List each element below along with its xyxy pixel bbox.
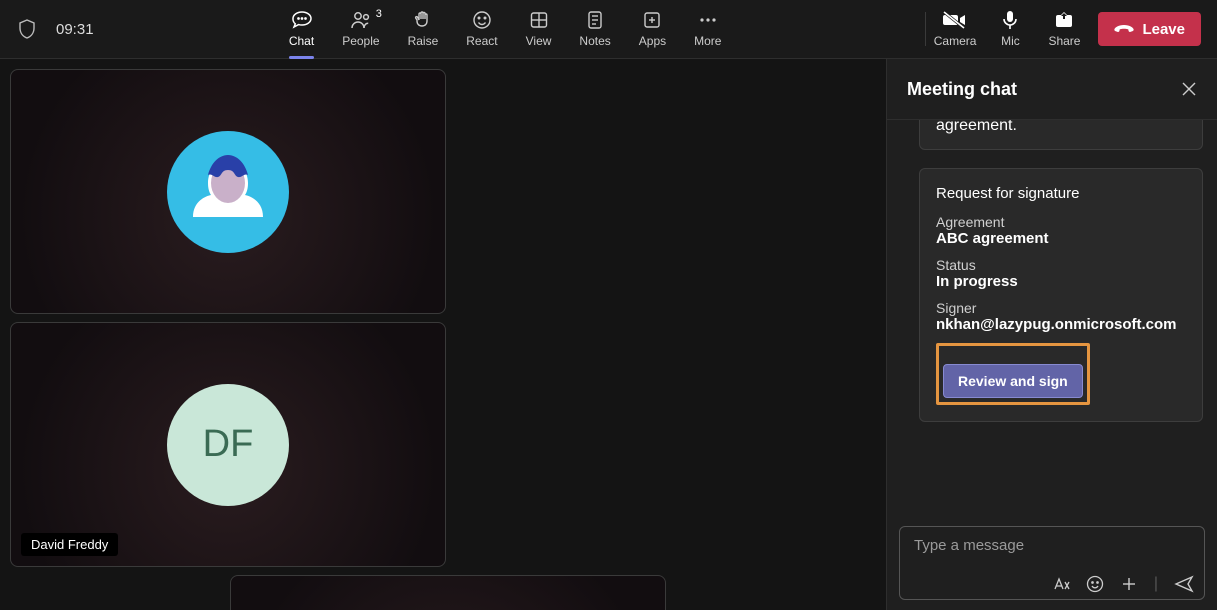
tab-notes[interactable]: Notes <box>579 6 610 52</box>
chat-messages[interactable]: agreement. Request for signature Agreeme… <box>887 120 1217 518</box>
close-chat-button[interactable] <box>1181 81 1197 97</box>
meeting-content: DF David Freddy SK Suzzane Khan Meeting … <box>0 59 1217 610</box>
tab-react-label: React <box>466 34 497 48</box>
leave-label: Leave <box>1142 21 1185 38</box>
attach-icon[interactable] <box>1120 575 1138 593</box>
raise-hand-icon <box>413 10 433 30</box>
camera-off-icon <box>943 10 967 30</box>
tab-view[interactable]: View <box>526 6 552 52</box>
leave-button[interactable]: Leave <box>1098 12 1201 46</box>
tab-react[interactable]: React <box>466 6 497 52</box>
mic-icon <box>1001 10 1019 30</box>
tab-more-label: More <box>694 34 721 48</box>
participant-tile-3[interactable]: SK Suzzane Khan <box>230 575 666 610</box>
top-bar-right: Camera Mic Share Leave <box>934 6 1217 52</box>
video-stage: DF David Freddy SK Suzzane Khan <box>0 59 886 610</box>
signer-label: Signer <box>936 300 1186 316</box>
tab-raise[interactable]: Raise <box>408 6 439 52</box>
camera-toggle[interactable]: Camera <box>934 6 977 52</box>
status-label: Status <box>936 257 1186 273</box>
camera-label: Camera <box>934 34 977 48</box>
format-icon[interactable] <box>1052 576 1070 592</box>
participant-name-label: David Freddy <box>21 533 118 556</box>
react-icon <box>472 10 492 30</box>
share-toggle[interactable]: Share <box>1044 6 1084 52</box>
toolbar-separator <box>925 12 926 46</box>
avatar-image <box>167 131 289 253</box>
send-icon[interactable] <box>1174 575 1194 593</box>
signer-value: nkhan@lazypug.onmicrosoft.com <box>936 316 1186 333</box>
view-icon <box>529 10 549 30</box>
composer-toolbar: | <box>900 575 1204 599</box>
chat-panel: Meeting chat agreement. Request for sign… <box>886 59 1217 610</box>
agreement-label: Agreement <box>936 214 1186 230</box>
share-label: Share <box>1048 34 1080 48</box>
top-bar-left: 09:31 <box>0 19 94 39</box>
meeting-top-bar: 09:31 Chat 3 People Raise <box>0 0 1217 59</box>
mic-label: Mic <box>1001 34 1020 48</box>
tab-notes-label: Notes <box>579 34 610 48</box>
people-count-badge: 3 <box>376 8 382 20</box>
card-title: Request for signature <box>936 185 1186 202</box>
tab-people[interactable]: 3 People <box>342 6 379 52</box>
hangup-icon <box>1114 22 1134 36</box>
tab-apps-label: Apps <box>639 34 666 48</box>
signature-request-card: Request for signature Agreement ABC agre… <box>919 168 1203 422</box>
share-icon <box>1054 10 1074 30</box>
avatar-initials: DF <box>167 384 289 506</box>
agreement-value: ABC agreement <box>936 230 1186 247</box>
participant-tile-2[interactable]: DF David Freddy <box>10 322 446 567</box>
tab-raise-label: Raise <box>408 34 439 48</box>
review-highlight: Review and sign <box>936 343 1090 405</box>
people-icon: 3 <box>350 10 372 30</box>
tab-view-label: View <box>526 34 552 48</box>
more-icon <box>698 10 718 30</box>
meeting-timer: 09:31 <box>56 21 94 38</box>
apps-icon <box>642 10 662 30</box>
chat-message-fragment: agreement. <box>919 120 1203 150</box>
review-and-sign-button[interactable]: Review and sign <box>943 364 1083 398</box>
shield-icon <box>18 19 36 39</box>
tab-people-label: People <box>342 34 379 48</box>
participant-name-text: David Freddy <box>31 537 108 552</box>
mic-toggle[interactable]: Mic <box>990 6 1030 52</box>
status-value: In progress <box>936 273 1186 290</box>
tab-more[interactable]: More <box>694 6 721 52</box>
tab-chat[interactable]: Chat <box>289 6 314 52</box>
emoji-icon[interactable] <box>1086 575 1104 593</box>
composer-divider: | <box>1154 575 1158 593</box>
tab-chat-label: Chat <box>289 34 314 48</box>
teams-meeting-window: 09:31 Chat 3 People Raise <box>0 0 1217 610</box>
message-box[interactable]: Type a message | <box>899 526 1205 600</box>
chat-title: Meeting chat <box>907 79 1017 100</box>
chat-composer: Type a message | <box>887 518 1217 610</box>
chat-icon <box>291 10 313 30</box>
notes-icon <box>586 10 604 30</box>
message-input[interactable]: Type a message <box>900 527 1204 575</box>
fragment-text: agreement. <box>936 120 1186 135</box>
chat-panel-header: Meeting chat <box>887 59 1217 120</box>
top-bar-center: Chat 3 People Raise React <box>94 6 917 52</box>
tab-apps[interactable]: Apps <box>639 6 666 52</box>
participant-tile-1[interactable] <box>10 69 446 314</box>
